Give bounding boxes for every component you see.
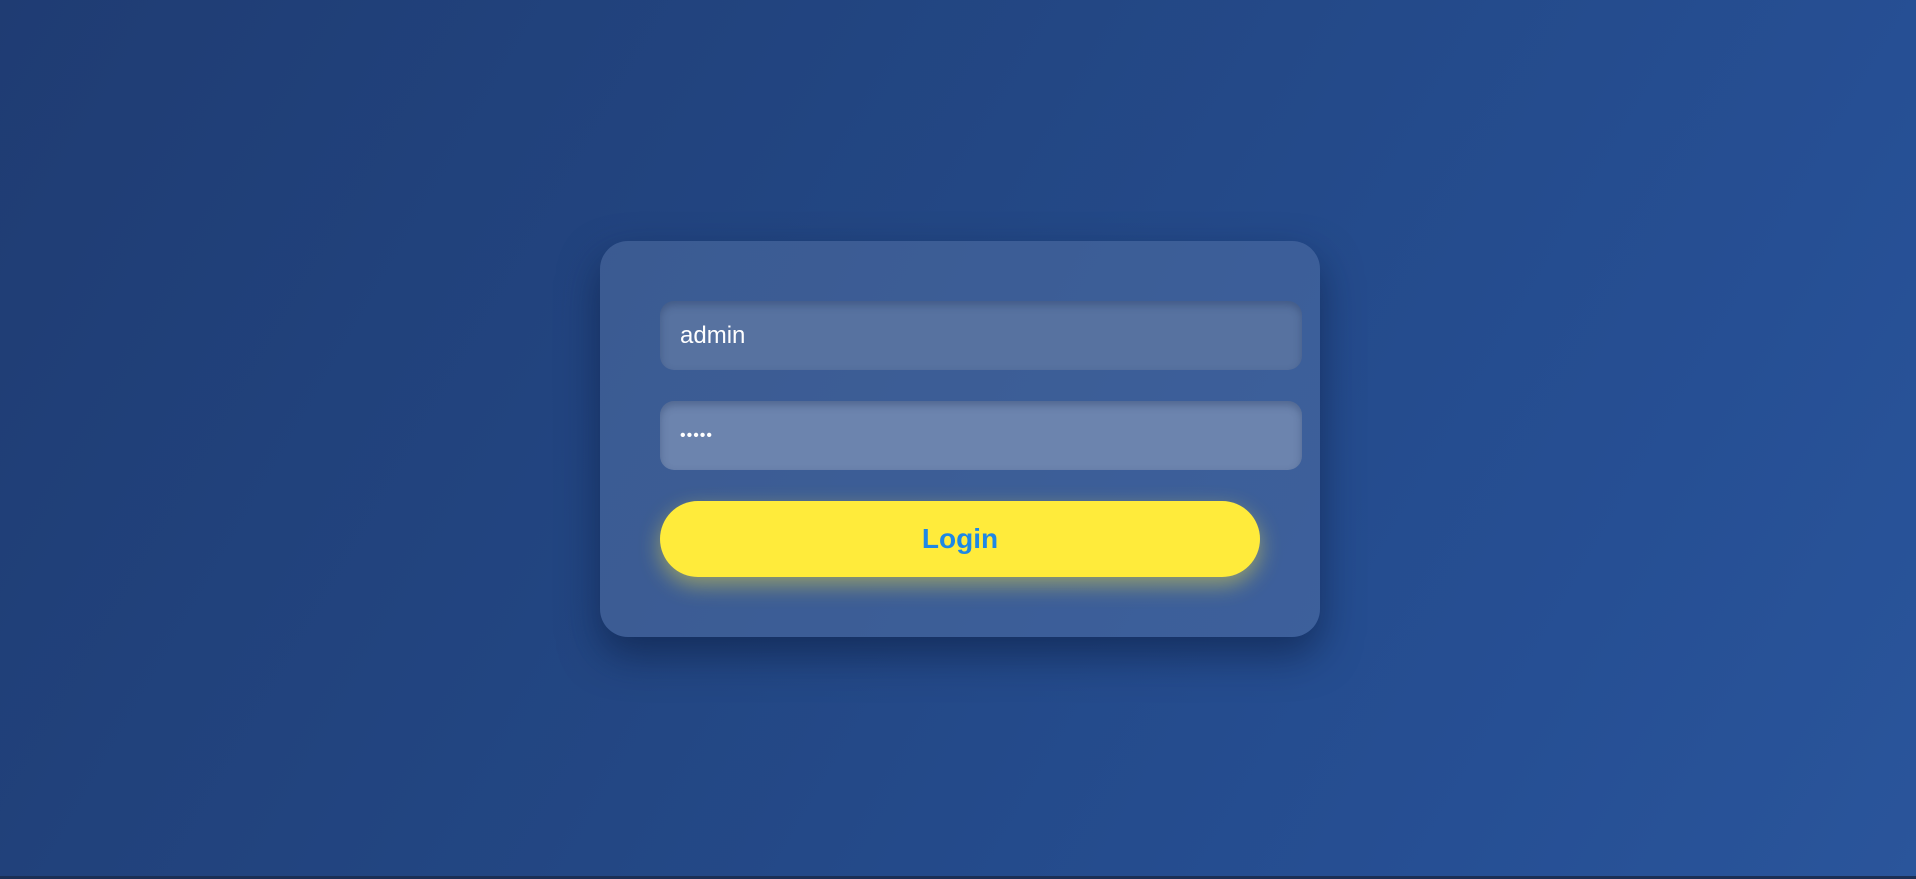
username-input[interactable]: admin — [660, 301, 1302, 370]
password-input[interactable]: ••••• — [660, 401, 1302, 470]
username-value: admin — [680, 321, 746, 349]
login-card: admin ••••• Login — [600, 241, 1320, 637]
login-button[interactable]: Login — [660, 501, 1260, 577]
password-value: ••••• — [680, 426, 714, 444]
